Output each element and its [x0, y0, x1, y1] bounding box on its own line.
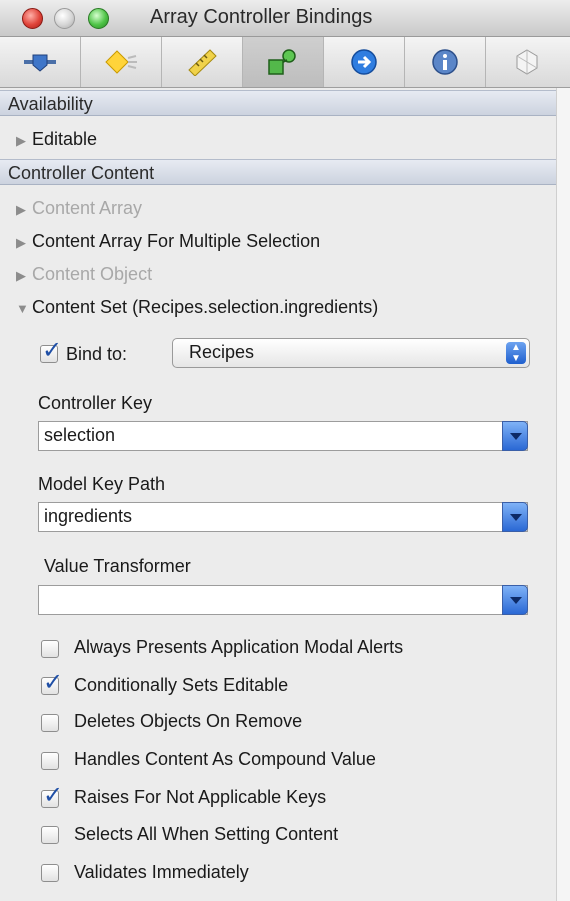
option-checkbox[interactable]: ✓	[41, 784, 63, 808]
bind-to-label: Bind to:	[66, 344, 128, 364]
combo-dropdown-icon[interactable]	[502, 502, 528, 532]
binding-label: Content Set (Recipes.selection.ingredien…	[32, 297, 379, 317]
option-checkbox[interactable]	[41, 864, 59, 882]
attributes-icon	[24, 54, 56, 72]
controller-key-combobox[interactable]: selection	[38, 421, 528, 451]
title-bar: Array Controller Bindings	[0, 0, 570, 37]
model-key-path-combobox[interactable]: ingredients	[38, 502, 528, 532]
option-checkbox[interactable]: ✓	[41, 671, 63, 695]
option-label: Handles Content As Compound Value	[74, 749, 376, 769]
tab-identity[interactable]	[405, 37, 486, 87]
disclosure-triangle-icon: ▶	[16, 202, 26, 217]
option-checkbox[interactable]	[41, 640, 59, 658]
bindings-panel: Availability ▶ Editable Controller Conten…	[0, 88, 556, 901]
disclosure-triangle-expanded-icon: ▼	[16, 301, 29, 316]
model-key-path-label: Model Key Path	[38, 474, 166, 494]
binding-content-array-multi[interactable]: ▶ Content Array For Multiple Selection	[16, 228, 320, 254]
tab-size[interactable]	[162, 37, 243, 87]
binding-label: Content Object	[32, 264, 153, 284]
disclosure-triangle-icon: ▶	[16, 268, 26, 283]
tab-effects[interactable]	[81, 37, 162, 87]
cube-icon	[516, 49, 537, 75]
checkmark-icon: ✓	[43, 669, 64, 696]
effects-icon	[105, 50, 137, 74]
tab-extra[interactable]	[486, 37, 567, 87]
checkmark-icon: ✓	[42, 337, 63, 364]
inspector-toolbar	[0, 37, 570, 88]
zoom-window-button[interactable]	[88, 8, 109, 29]
ruler-icon	[188, 49, 217, 76]
checkmark-icon: ✓	[43, 782, 64, 809]
binding-content-set[interactable]: ▼ Content Set (Recipes.selection.ingredie…	[16, 294, 378, 320]
close-window-button[interactable]	[22, 8, 43, 29]
binding-content-object[interactable]: ▶ Content Object	[16, 261, 152, 287]
controller-key-value: selection	[44, 425, 116, 445]
option-label: Selects All When Setting Content	[74, 824, 339, 844]
tab-bindings[interactable]	[243, 37, 324, 87]
option-label: Validates Immediately	[74, 862, 249, 882]
disclosure-triangle-icon: ▶	[16, 133, 26, 148]
option-checkbox[interactable]	[41, 752, 59, 770]
tab-attributes[interactable]	[0, 37, 81, 87]
binding-label: Content Array	[32, 198, 143, 218]
bind-to-value: Recipes	[189, 342, 255, 362]
minimize-window-button[interactable]	[54, 8, 75, 29]
binding-editable[interactable]: ▶ Editable	[16, 126, 97, 152]
vertical-scrollbar[interactable]	[556, 88, 570, 901]
up-down-arrows-icon: ▲ ▼	[506, 342, 526, 364]
bind-to-checkbox[interactable]: ✓	[40, 339, 62, 363]
model-key-path-value: ingredients	[44, 506, 133, 526]
window-title: Array Controller Bindings	[150, 6, 373, 28]
bind-to-popup[interactable]: Recipes ▲ ▼	[172, 338, 530, 368]
value-transformer-label: Value Transformer	[44, 556, 191, 576]
combo-dropdown-icon[interactable]	[502, 585, 528, 615]
controller-key-label: Controller Key	[38, 393, 153, 413]
info-icon	[432, 49, 458, 75]
combo-dropdown-icon[interactable]	[502, 421, 528, 451]
bindings-icon	[268, 49, 296, 75]
binding-content-array[interactable]: ▶ Content Array	[16, 195, 142, 221]
option-label: Conditionally Sets Editable	[74, 675, 289, 695]
tab-connections[interactable]	[324, 37, 405, 87]
option-checkbox[interactable]	[41, 714, 59, 732]
value-transformer-combobox[interactable]	[38, 585, 528, 615]
option-label: Deletes Objects On Remove	[74, 711, 303, 731]
binding-label: Content Array For Multiple Selection	[32, 231, 321, 251]
disclosure-triangle-icon: ▶	[16, 235, 26, 250]
option-label: Always Presents Application Modal Alerts	[74, 637, 404, 657]
binding-label: Editable	[32, 129, 98, 149]
connections-icon	[351, 49, 377, 75]
option-label: Raises For Not Applicable Keys	[74, 787, 327, 807]
section-controller-content: Controller Content	[0, 159, 556, 185]
option-checkbox[interactable]	[41, 826, 59, 844]
section-availability: Availability	[0, 90, 556, 116]
